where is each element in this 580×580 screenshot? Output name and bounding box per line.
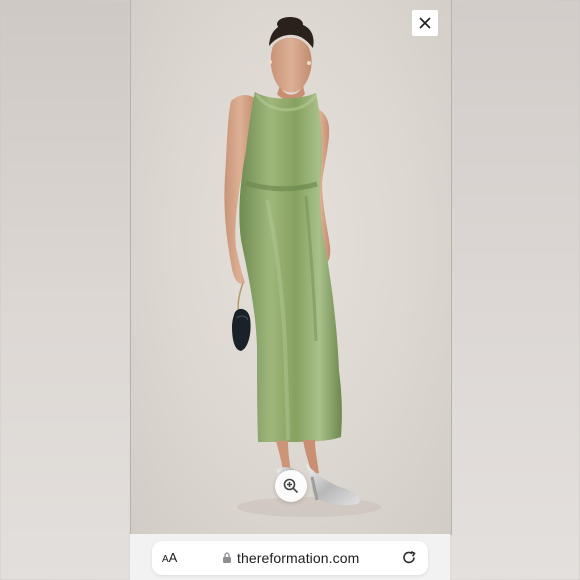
reload-button[interactable] [400,549,418,567]
url-text: thereformation.com [237,550,360,566]
zoom-in-icon [283,478,299,494]
product-image-viewer[interactable] [130,0,452,535]
text-size-button[interactable]: AA [162,541,177,575]
close-icon [419,17,431,29]
model-hair-bun [277,17,303,31]
reload-icon [403,550,416,564]
lock-icon [223,552,231,563]
model-left-leg [276,441,291,471]
zoom-in-button[interactable] [275,470,307,502]
text-size-small-label: A [162,554,169,565]
text-size-large-label: A [168,550,178,565]
address-bar[interactable]: AA thereformation.com [152,541,428,575]
model-face [270,37,312,93]
blurred-background-left [0,0,130,580]
blurred-background-right [450,0,580,580]
browser-bottom-toolbar: AA thereformation.com [130,534,450,580]
screenshot: AA thereformation.com [0,0,580,580]
earring [307,61,311,65]
url-field[interactable]: thereformation.com [222,541,359,575]
model-wearing-green-satin-dress-image [224,17,381,517]
black-mini-bag [232,308,251,351]
earring [268,60,272,64]
close-button[interactable] [412,10,438,36]
